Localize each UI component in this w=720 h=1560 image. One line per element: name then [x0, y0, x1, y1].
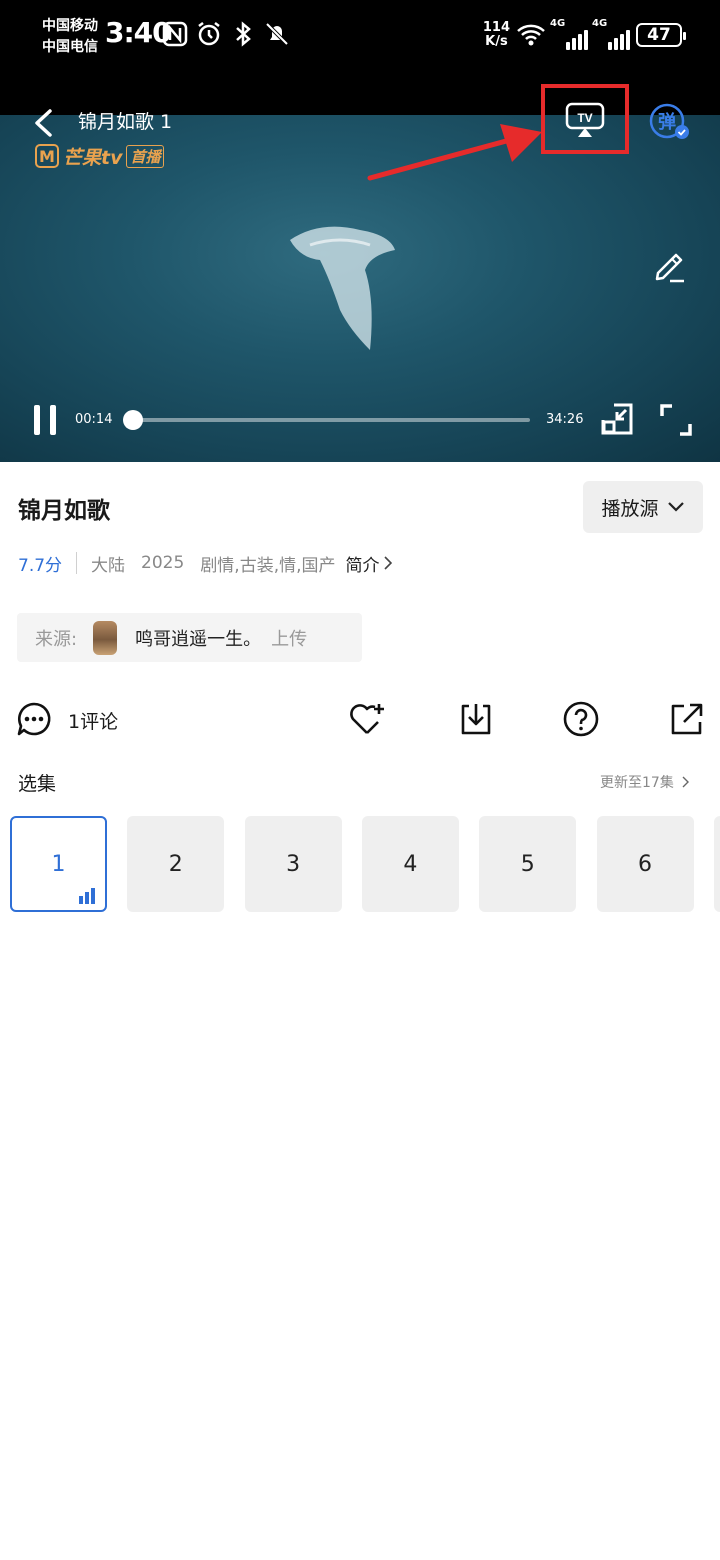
current-time: 00:14	[75, 412, 113, 427]
edit-danmu-icon[interactable]	[652, 248, 686, 284]
back-arrow-icon[interactable]	[30, 108, 58, 138]
carrier-info: 中国移动 中国电信	[42, 16, 98, 58]
score: 7.7分	[18, 555, 63, 576]
episodes-update-link[interactable]: 更新至17集	[600, 772, 689, 792]
net-speed-unit: K/s	[485, 34, 508, 49]
sim2-label: 4G	[592, 18, 608, 29]
episode-label: 6	[638, 851, 652, 877]
year: 2025	[141, 553, 185, 573]
episodes-title: 选集	[18, 773, 57, 795]
genres: 剧情,古装,情,国产	[200, 555, 336, 576]
battery-icon: 47	[636, 23, 686, 47]
episode-label: 2	[168, 851, 183, 877]
region: 大陆	[91, 555, 126, 576]
episodes-update-text: 更新至17集	[600, 775, 674, 791]
play-source-label: 播放源	[601, 497, 659, 520]
bluetooth-icon	[236, 21, 251, 47]
episode-label: 3	[286, 851, 301, 877]
alarm-icon	[198, 22, 220, 46]
status-icons	[162, 20, 290, 48]
episode-next-peek[interactable]	[713, 816, 720, 912]
episode-4[interactable]: 4	[361, 816, 459, 912]
download-icon[interactable]	[457, 700, 495, 738]
show-title: 锦月如歌	[18, 498, 110, 524]
episode-label: 5	[520, 851, 535, 877]
progress-thumb[interactable]	[122, 410, 143, 430]
comment-icon[interactable]	[16, 701, 52, 737]
episode-label: 4	[403, 851, 418, 877]
episode-5[interactable]: 5	[479, 816, 577, 912]
show-meta: 7.7分 大陆 2025 剧情,古装,情,国产 简介	[18, 550, 392, 576]
wifi-icon	[517, 24, 545, 46]
episode-list: 1 2 3 4 5 6	[10, 816, 720, 912]
favorite-add-icon[interactable]	[348, 700, 386, 738]
chevron-right-icon	[383, 556, 392, 570]
chevron-right-icon	[682, 776, 689, 788]
danmu-label: 弹	[658, 111, 676, 133]
episode-6[interactable]: 6	[596, 816, 694, 912]
uploader-info[interactable]: 来源: 鸣哥逍遥一生。 上传	[17, 613, 362, 662]
chevron-down-icon	[667, 502, 684, 512]
carrier-1: 中国移动	[42, 18, 98, 34]
avatar	[93, 620, 118, 655]
now-playing-icon	[79, 888, 95, 904]
pause-icon[interactable]	[32, 404, 58, 436]
logo-badge: 首播	[126, 144, 165, 168]
nfc-icon	[162, 21, 188, 47]
episode-label: 1	[51, 851, 66, 877]
net-speed-value: 114	[482, 20, 510, 35]
status-right: 114 K/s 4G 4G 47	[483, 18, 686, 50]
clock: 3:40	[105, 16, 172, 49]
episode-3[interactable]: 3	[244, 816, 342, 912]
uploader-label: 来源:	[35, 628, 78, 650]
signal-sim2-icon: 4G	[592, 18, 630, 50]
mute-icon	[265, 22, 289, 46]
play-source-button[interactable]: 播放源	[583, 481, 703, 533]
picture-in-picture-icon[interactable]	[600, 402, 634, 436]
uploader-name: 鸣哥逍遥一生。	[135, 628, 262, 650]
meta-divider	[76, 552, 78, 574]
logo-text: 芒果tv	[63, 146, 123, 169]
fullscreen-icon[interactable]	[660, 404, 692, 436]
episode-2[interactable]: 2	[127, 816, 225, 912]
video-frame-content	[290, 226, 395, 350]
danmu-toggle-icon[interactable]: 弹	[648, 102, 690, 144]
signal-sim1-icon: 4G	[550, 18, 588, 50]
uploader-suffix: 上传	[271, 628, 308, 650]
video-title: 锦月如歌 1	[78, 111, 173, 133]
annotation-arrow	[367, 124, 542, 181]
comment-count[interactable]: 1评论	[68, 707, 118, 734]
total-time: 34:26	[546, 412, 584, 427]
intro-link[interactable]: 简介	[346, 551, 392, 576]
mango-tv-logo: M 芒果tv 首播	[35, 143, 165, 169]
tv-cast-label: TV	[577, 111, 592, 125]
intro-link-label: 简介	[345, 555, 380, 576]
carrier-2: 中国电信	[42, 39, 98, 55]
share-icon[interactable]	[668, 700, 706, 738]
tv-cast-icon[interactable]: TV	[565, 101, 605, 139]
net-speed: 114 K/s	[483, 21, 510, 49]
episode-1[interactable]: 1	[10, 816, 107, 912]
sim1-label: 4G	[550, 18, 566, 29]
progress-bar[interactable]	[122, 410, 530, 430]
help-icon[interactable]	[562, 700, 600, 738]
